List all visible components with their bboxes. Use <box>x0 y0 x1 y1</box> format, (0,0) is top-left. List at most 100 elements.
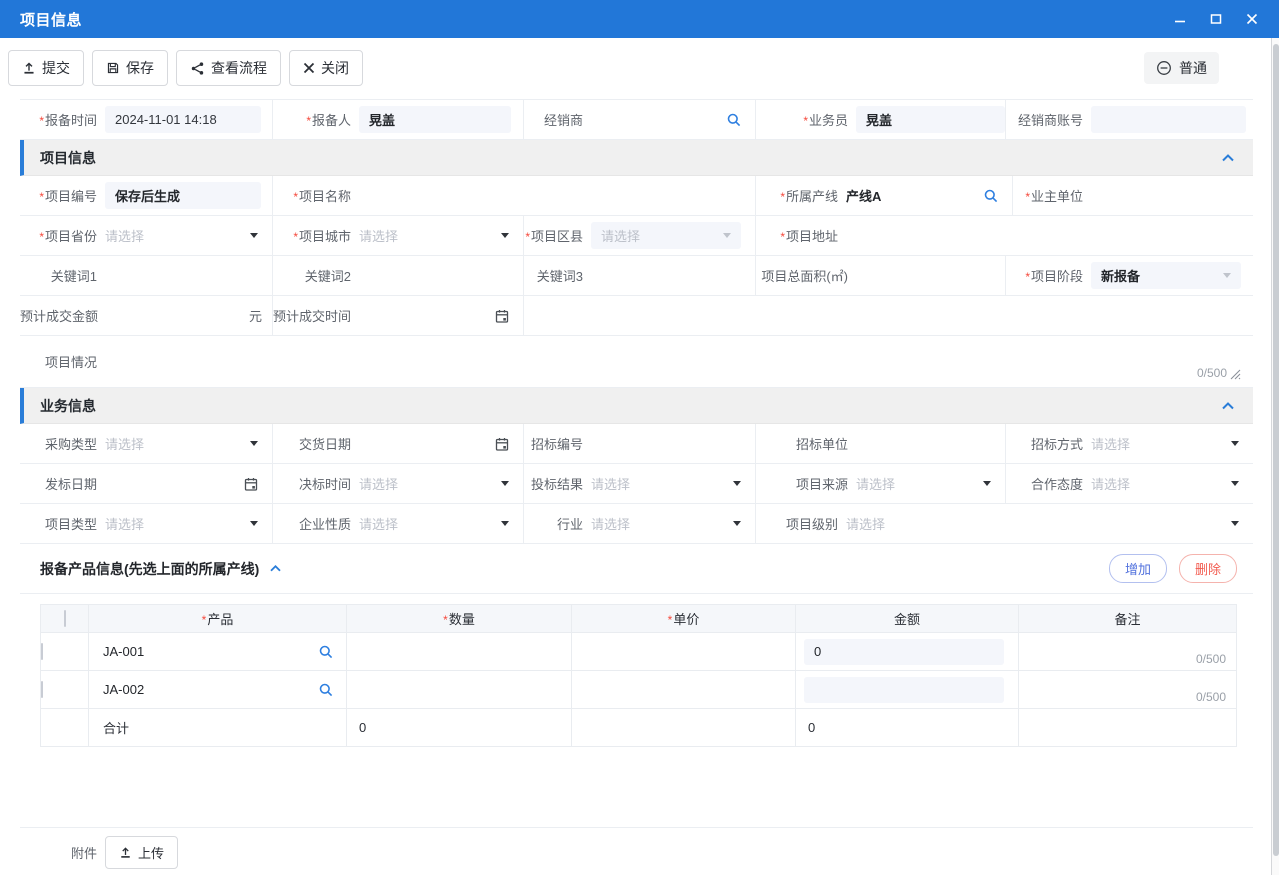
calendar-icon[interactable] <box>494 308 510 324</box>
cooperation-select[interactable]: 请选择 <box>1091 474 1253 493</box>
bid-method-select[interactable]: 请选择 <box>1091 434 1253 453</box>
quantity-cell-input[interactable] <box>347 633 572 671</box>
row-checkbox[interactable] <box>41 681 43 698</box>
save-label: 保存 <box>126 58 154 78</box>
product-section-header: 报备产品信息(先选上面的所属产线) 增加 删除 <box>20 544 1253 594</box>
tender-date-datepicker[interactable] <box>105 476 272 492</box>
caret-down-icon <box>723 233 731 238</box>
save-button[interactable]: 保存 <box>92 50 168 86</box>
field-project-type: 项目类型 请选择 <box>20 504 272 543</box>
total-empty-cell <box>572 709 796 747</box>
required-mark: * <box>780 190 785 204</box>
total-amount: 0 <box>796 709 1019 747</box>
minimize-button[interactable] <box>1167 7 1193 31</box>
section-header-business-info: 业务信息 <box>20 388 1253 424</box>
close-form-button[interactable]: 关闭 <box>289 50 363 86</box>
form-row-business-1: 采购类型 请选择 交货日期 招标编号 招标单位 招标方式 请选择 <box>20 424 1253 464</box>
caret-down-icon <box>250 521 258 526</box>
collapse-product-section[interactable] <box>269 564 282 573</box>
select-all-header <box>41 605 89 633</box>
project-source-select[interactable]: 请选择 <box>856 474 1005 493</box>
search-icon[interactable] <box>318 644 334 660</box>
maximize-button[interactable] <box>1203 7 1229 31</box>
caret-down-icon <box>733 481 741 486</box>
upload-button[interactable]: 上传 <box>105 836 178 869</box>
resize-handle-icon[interactable] <box>1229 368 1241 380</box>
field-keyword2: 关键词2 <box>272 256 523 295</box>
collapse-project-section[interactable] <box>1221 153 1235 163</box>
bid-unit-label: 招标单位 <box>756 434 856 453</box>
search-icon[interactable] <box>983 188 999 204</box>
reporter-input[interactable]: 晃盖 <box>359 106 511 133</box>
industry-select[interactable]: 请选择 <box>591 514 755 533</box>
project-level-select[interactable]: 请选择 <box>846 514 1253 533</box>
price-cell-input[interactable] <box>572 633 796 671</box>
salesman-input[interactable]: 晃盖 <box>856 106 1005 133</box>
province-select[interactable]: 请选择 <box>105 226 272 245</box>
product-line-picker[interactable]: 产线A <box>846 186 1012 205</box>
caret-down-icon <box>733 521 741 526</box>
project-type-select[interactable]: 请选择 <box>105 514 272 533</box>
bid-no-label: 招标编号 <box>524 434 591 453</box>
expected-time-datepicker[interactable] <box>359 308 523 324</box>
search-icon[interactable] <box>726 112 742 128</box>
enterprise-nature-select[interactable]: 请选择 <box>359 514 523 533</box>
purchase-type-select[interactable]: 请选择 <box>105 434 272 453</box>
select-all-checkbox[interactable] <box>64 610 66 627</box>
col-price: *单价 <box>572 605 796 633</box>
price-cell-input[interactable] <box>572 671 796 709</box>
remark-cell-input[interactable]: 0/500 <box>1019 633 1237 671</box>
row-checkbox[interactable] <box>41 643 43 660</box>
amount-input[interactable]: 0 <box>804 639 1004 665</box>
dealer-account-input[interactable] <box>1091 106 1246 133</box>
window-close-button[interactable] <box>1239 7 1265 31</box>
quantity-cell-input[interactable] <box>347 671 572 709</box>
city-select[interactable]: 请选择 <box>359 226 523 245</box>
required-mark: * <box>1025 190 1030 204</box>
amount-input[interactable] <box>804 677 1004 703</box>
keyword2-label: 关键词2 <box>273 266 359 285</box>
bid-result-select[interactable]: 请选择 <box>591 474 755 493</box>
remark-cell-input[interactable]: 0/500 <box>1019 671 1237 709</box>
vertical-scrollbar[interactable] <box>1271 38 1279 875</box>
field-situation: 项目情况 0/500 <box>20 336 1253 387</box>
situation-label: 项目情况 <box>20 352 105 371</box>
award-time-select[interactable]: 请选择 <box>359 474 523 493</box>
caret-down-icon <box>501 481 509 486</box>
field-dealer: 经销商 <box>523 100 755 139</box>
field-keyword1: 关键词1 <box>20 256 272 295</box>
calendar-icon[interactable] <box>243 476 259 492</box>
total-empty-cell <box>1019 709 1237 747</box>
product-table-header: *产品 *数量 *单价 金额 备注 <box>41 605 1237 633</box>
tender-date-label: 发标日期 <box>20 474 105 493</box>
calendar-icon[interactable] <box>494 436 510 452</box>
form-row-expected: 预计成交金额 元 预计成交时间 <box>20 296 1253 336</box>
toolbar: 提交 保存 查看流程 关闭 普通 <box>0 38 1279 98</box>
field-cooperation: 合作态度 请选择 <box>1005 464 1253 503</box>
project-no-input: 保存后生成 <box>105 182 261 209</box>
expected-amount-input[interactable]: 元 <box>105 306 272 325</box>
add-product-button[interactable]: 增加 <box>1109 554 1167 583</box>
collapse-business-section[interactable] <box>1221 401 1235 411</box>
delivery-date-datepicker[interactable] <box>359 436 523 452</box>
total-label: 合计 <box>89 709 347 747</box>
product-picker[interactable]: JA-002 <box>89 682 346 698</box>
field-project-source: 项目来源 请选择 <box>755 464 1005 503</box>
field-district: *项目区县 请选择 <box>523 216 755 255</box>
product-picker[interactable]: JA-001 <box>89 644 346 660</box>
submit-button[interactable]: 提交 <box>8 50 84 86</box>
upload-icon <box>119 846 132 859</box>
situation-textarea[interactable]: 0/500 <box>105 336 1253 387</box>
delete-product-button[interactable]: 删除 <box>1179 554 1237 583</box>
view-flow-button[interactable]: 查看流程 <box>176 50 281 86</box>
char-counter: 0/500 <box>1196 690 1226 704</box>
field-expected-amount: 预计成交金额 元 <box>20 296 272 335</box>
report-time-input[interactable]: 2024-11-01 14:18 <box>105 106 261 133</box>
caret-down-icon <box>250 233 258 238</box>
dealer-picker[interactable] <box>591 112 755 128</box>
scrollbar-thumb[interactable] <box>1273 44 1279 856</box>
expected-amount-label: 预计成交金额 <box>20 306 105 325</box>
stage-select-disabled: 新报备 <box>1091 262 1241 289</box>
amount-cell: 0 <box>796 633 1019 671</box>
search-icon[interactable] <box>318 682 334 698</box>
